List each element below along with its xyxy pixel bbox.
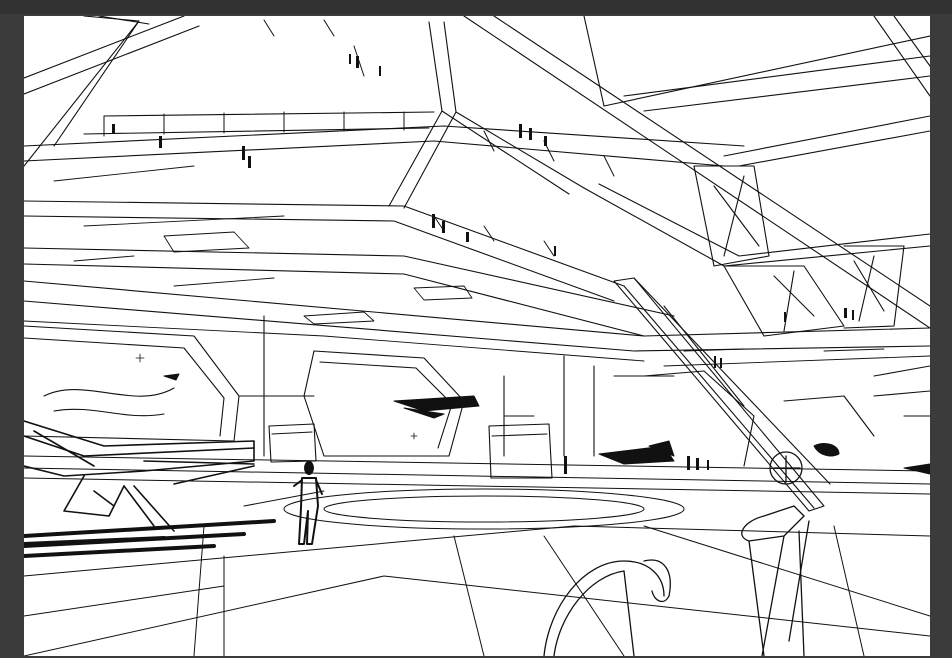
canvas-workspace[interactable] xyxy=(0,14,952,658)
top-toolbar-strip xyxy=(0,0,952,14)
hangar-sketch-illustration xyxy=(24,16,930,656)
ship-shadow xyxy=(24,519,276,558)
hangar-floor xyxy=(24,455,930,656)
staircase xyxy=(613,277,831,512)
ceiling-beams xyxy=(24,16,930,352)
landed-spaceship xyxy=(24,420,255,532)
crowd-figures xyxy=(112,54,854,368)
drawing-canvas[interactable] xyxy=(24,16,930,656)
drawing-app-window xyxy=(0,0,952,658)
foreground-figure-bending xyxy=(543,559,671,656)
foreground-figure-right xyxy=(741,451,810,656)
standing-figure xyxy=(293,461,323,545)
